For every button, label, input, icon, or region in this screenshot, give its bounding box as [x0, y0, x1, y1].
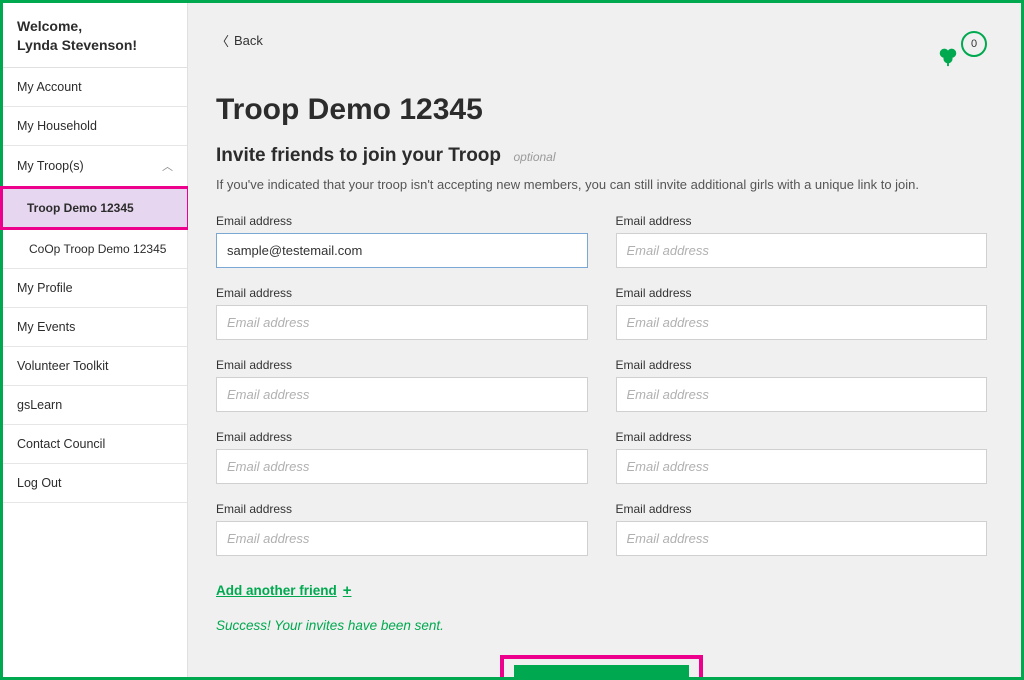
- email-input-6[interactable]: [616, 377, 988, 412]
- sidebar-item-my-troops[interactable]: My Troop(s) ︿: [3, 146, 187, 187]
- sidebar-item-gslearn[interactable]: gsLearn: [3, 386, 187, 425]
- chevron-up-icon: ︿: [162, 158, 173, 174]
- email-input-4[interactable]: [616, 305, 988, 340]
- sidebar-item-label: Log Out: [17, 476, 61, 490]
- success-message: Success! Your invites have been sent.: [216, 618, 987, 633]
- email-grid: Email address Email address Email addres…: [216, 214, 987, 556]
- sidebar-item-label: My Events: [17, 320, 75, 334]
- add-another-label: Add another friend: [216, 583, 337, 598]
- email-field-block: Email address: [616, 214, 988, 268]
- email-label: Email address: [616, 502, 988, 516]
- back-label: Back: [234, 33, 263, 48]
- email-field-block: Email address: [616, 430, 988, 484]
- sidebar-item-label: CoOp Troop Demo 12345: [29, 242, 166, 256]
- add-another-friend-link[interactable]: Add another friend +: [216, 582, 352, 599]
- sidebar-item-troop-demo-12345[interactable]: Troop Demo 12345: [0, 186, 190, 230]
- sidebar-item-label: My Account: [17, 80, 82, 94]
- email-field-block: Email address: [216, 430, 588, 484]
- sidebar-item-my-household[interactable]: My Household: [3, 107, 187, 146]
- chevron-left-icon: 〈: [216, 31, 229, 50]
- plus-icon: +: [343, 582, 352, 599]
- app-frame: Welcome, Lynda Stevenson! My Account My …: [0, 0, 1024, 680]
- sidebar-item-label: My Profile: [17, 281, 73, 295]
- section-description: If you've indicated that your troop isn'…: [216, 177, 987, 192]
- welcome-block: Welcome, Lynda Stevenson!: [3, 3, 187, 68]
- email-field-block: Email address: [216, 286, 588, 340]
- email-field-block: Email address: [616, 358, 988, 412]
- welcome-line1: Welcome,: [17, 18, 82, 34]
- main-content: 〈 Back 0 Troop Demo 12345 Invite friends…: [188, 3, 1021, 677]
- email-input-9[interactable]: [216, 521, 588, 556]
- page-title: Troop Demo 12345: [216, 93, 987, 127]
- trefoil-icon: [937, 45, 959, 67]
- sidebar-item-label: My Troop(s): [17, 159, 84, 173]
- top-row: 〈 Back 0: [216, 31, 987, 75]
- submit-row: SUBMIT REQUEST: [216, 655, 987, 677]
- submit-request-button[interactable]: SUBMIT REQUEST: [514, 665, 689, 677]
- email-label: Email address: [216, 286, 588, 300]
- sidebar-item-coop-troop-demo-12345[interactable]: CoOp Troop Demo 12345: [3, 230, 187, 269]
- email-label: Email address: [216, 430, 588, 444]
- welcome-line2: Lynda Stevenson!: [17, 37, 137, 53]
- notification-count: 0: [961, 31, 987, 57]
- section-header: Invite friends to join your Troop option…: [216, 145, 987, 167]
- email-input-5[interactable]: [216, 377, 588, 412]
- email-input-10[interactable]: [616, 521, 988, 556]
- email-label: Email address: [616, 358, 988, 372]
- email-input-8[interactable]: [616, 449, 988, 484]
- email-field-block: Email address: [216, 358, 588, 412]
- email-input-2[interactable]: [616, 233, 988, 268]
- sidebar-item-label: My Household: [17, 119, 97, 133]
- sidebar-item-my-events[interactable]: My Events: [3, 308, 187, 347]
- email-label: Email address: [616, 430, 988, 444]
- submit-highlight-box: SUBMIT REQUEST: [500, 655, 703, 677]
- email-label: Email address: [216, 358, 588, 372]
- notification-badge[interactable]: 0: [943, 31, 987, 75]
- sidebar-item-my-profile[interactable]: My Profile: [3, 269, 187, 308]
- sidebar-item-label: gsLearn: [17, 398, 62, 412]
- email-field-block: Email address: [216, 214, 588, 268]
- sidebar-item-volunteer-toolkit[interactable]: Volunteer Toolkit: [3, 347, 187, 386]
- email-label: Email address: [616, 214, 988, 228]
- sidebar-item-my-account[interactable]: My Account: [3, 68, 187, 107]
- sidebar-item-contact-council[interactable]: Contact Council: [3, 425, 187, 464]
- email-input-3[interactable]: [216, 305, 588, 340]
- email-input-1[interactable]: [216, 233, 588, 268]
- section-title: Invite friends to join your Troop: [216, 145, 501, 166]
- email-label: Email address: [216, 214, 588, 228]
- email-field-block: Email address: [616, 286, 988, 340]
- sidebar-item-label: Contact Council: [17, 437, 105, 451]
- email-field-block: Email address: [216, 502, 588, 556]
- sidebar-item-label: Volunteer Toolkit: [17, 359, 109, 373]
- email-input-7[interactable]: [216, 449, 588, 484]
- sidebar-item-label: Troop Demo 12345: [27, 201, 134, 215]
- email-field-block: Email address: [616, 502, 988, 556]
- optional-tag: optional: [513, 150, 555, 164]
- sidebar: Welcome, Lynda Stevenson! My Account My …: [3, 3, 188, 677]
- back-button[interactable]: 〈 Back: [216, 31, 263, 50]
- sidebar-item-log-out[interactable]: Log Out: [3, 464, 187, 503]
- email-label: Email address: [616, 286, 988, 300]
- email-label: Email address: [216, 502, 588, 516]
